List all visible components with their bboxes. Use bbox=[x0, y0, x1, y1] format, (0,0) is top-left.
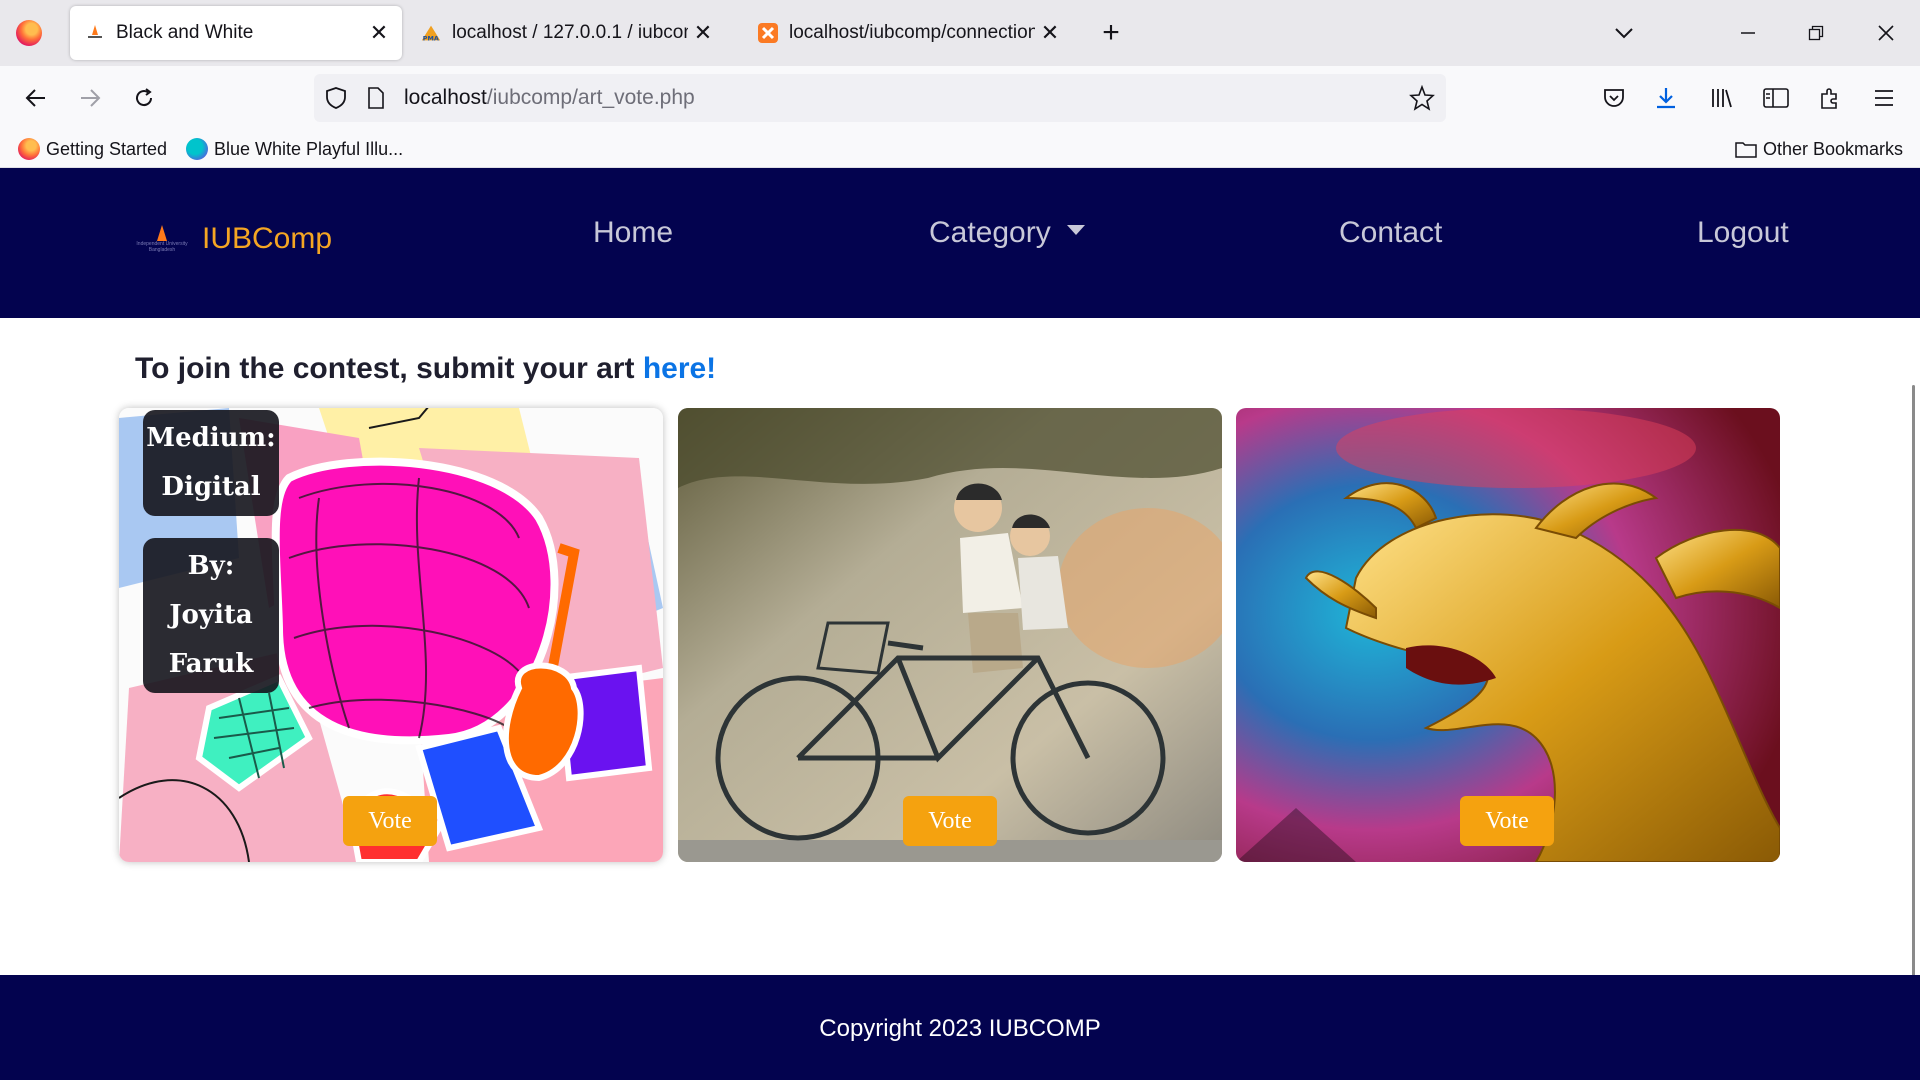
medium-label: Medium: Digital bbox=[143, 410, 279, 516]
page-icon[interactable] bbox=[362, 84, 390, 112]
hamburger-menu-icon[interactable] bbox=[1864, 78, 1904, 118]
close-window-icon[interactable] bbox=[1866, 14, 1906, 52]
bookmarks-toolbar: Getting Started Blue White Playful Illu.… bbox=[0, 130, 1920, 168]
url-host: localhost bbox=[404, 86, 487, 109]
url-bar[interactable]: localhost/iubcomp/art_vote.php bbox=[314, 74, 1446, 122]
artwork-image bbox=[1236, 408, 1780, 862]
artist-label: By: Joyita Faruk bbox=[143, 538, 279, 693]
reload-icon[interactable] bbox=[124, 78, 164, 118]
browser-nav-bar: localhost/iubcomp/art_vote.php bbox=[0, 66, 1920, 130]
tab-title: localhost/iubcomp/connection.p bbox=[789, 22, 1035, 43]
bookmark-label: Getting Started bbox=[46, 138, 168, 159]
restore-icon[interactable] bbox=[1796, 14, 1836, 52]
tab-title: Black and White bbox=[116, 22, 254, 43]
bookmark-blue-white-playful[interactable]: Blue White Playful Illu... bbox=[186, 136, 403, 162]
minimize-icon[interactable] bbox=[1728, 14, 1768, 52]
forward-arrow-icon[interactable] bbox=[70, 78, 110, 118]
site-footer: Copyright 2023 IUBCOMP bbox=[0, 975, 1920, 1080]
nav-home[interactable]: Home bbox=[593, 216, 673, 250]
bookmark-star-icon[interactable] bbox=[1408, 84, 1436, 112]
bookmark-label: Blue White Playful Illu... bbox=[214, 138, 404, 159]
nav-logout[interactable]: Logout bbox=[1697, 216, 1789, 250]
shield-icon[interactable] bbox=[322, 84, 350, 112]
site-header: Independent University Bangladesh IUBCom… bbox=[0, 168, 1920, 318]
firefox-menu-icon[interactable] bbox=[16, 20, 42, 46]
page-scrollbar[interactable] bbox=[1912, 385, 1915, 1010]
nav-contact[interactable]: Contact bbox=[1339, 216, 1442, 250]
vote-button[interactable]: Vote bbox=[1460, 796, 1554, 846]
back-arrow-icon[interactable] bbox=[16, 78, 56, 118]
art-card[interactable]: Vote bbox=[678, 408, 1222, 862]
art-card[interactable]: Vote bbox=[1236, 408, 1780, 862]
brand-link[interactable]: Independent University Bangladesh IUBCom… bbox=[130, 218, 332, 260]
copyright-text: Copyright 2023 IUBCOMP bbox=[819, 1015, 1101, 1042]
submit-art-link[interactable]: here! bbox=[643, 352, 716, 385]
folder-icon bbox=[1735, 140, 1757, 158]
intro-text: To join the contest, submit your art bbox=[135, 352, 643, 385]
vote-button[interactable]: Vote bbox=[343, 796, 437, 846]
nav-category-dropdown[interactable]: Category bbox=[929, 216, 1085, 250]
pocket-icon[interactable] bbox=[1594, 78, 1634, 118]
brand-name: IUBComp bbox=[202, 222, 333, 255]
downloads-icon[interactable] bbox=[1646, 78, 1686, 118]
nav-category-label: Category bbox=[929, 216, 1051, 249]
art-card[interactable]: Medium: Digital By: Joyita Faruk Vote bbox=[119, 408, 663, 862]
bookmark-getting-started[interactable]: Getting Started bbox=[18, 136, 167, 162]
tab-connection[interactable]: localhost/iubcomp/connection.p ✕ bbox=[743, 6, 1073, 60]
new-tab-plus-icon[interactable]: + bbox=[1094, 16, 1128, 50]
xampp-icon bbox=[757, 22, 779, 44]
canva-icon bbox=[186, 138, 208, 160]
extensions-icon[interactable] bbox=[1810, 78, 1850, 118]
caret-down-icon bbox=[1066, 225, 1085, 236]
phpmyadmin-icon: PMA bbox=[420, 22, 442, 44]
sidebar-icon[interactable] bbox=[1756, 78, 1796, 118]
close-tab-icon[interactable]: ✕ bbox=[364, 18, 394, 48]
artwork-image bbox=[678, 408, 1222, 862]
browser-tab-bar: Black and White ✕ PMA localhost / 127.0.… bbox=[0, 0, 1920, 66]
url-path: /iubcomp/art_vote.php bbox=[486, 86, 695, 109]
svg-text:PMA: PMA bbox=[423, 34, 439, 42]
tab-black-and-white[interactable]: Black and White ✕ bbox=[70, 6, 402, 60]
list-all-tabs-chevron-icon[interactable] bbox=[1604, 14, 1644, 52]
tab-title: localhost / 127.0.0.1 / iubcomp bbox=[452, 22, 688, 43]
vote-button[interactable]: Vote bbox=[903, 796, 997, 846]
library-icon[interactable] bbox=[1702, 78, 1742, 118]
firefox-icon bbox=[18, 138, 40, 160]
other-bookmarks-label: Other Bookmarks bbox=[1763, 138, 1904, 159]
close-tab-icon[interactable]: ✕ bbox=[1035, 18, 1065, 48]
url-text[interactable]: localhost/iubcomp/art_vote.php bbox=[404, 86, 695, 110]
close-tab-icon[interactable]: ✕ bbox=[688, 18, 718, 48]
tab-phpmyadmin[interactable]: PMA localhost / 127.0.0.1 / iubcomp ✕ bbox=[406, 6, 726, 60]
iub-favicon-icon bbox=[84, 22, 106, 44]
other-bookmarks[interactable]: Other Bookmarks bbox=[1735, 136, 1903, 162]
iub-logo: Independent University Bangladesh bbox=[130, 218, 194, 260]
contest-intro-heading: To join the contest, submit your art her… bbox=[135, 352, 716, 386]
